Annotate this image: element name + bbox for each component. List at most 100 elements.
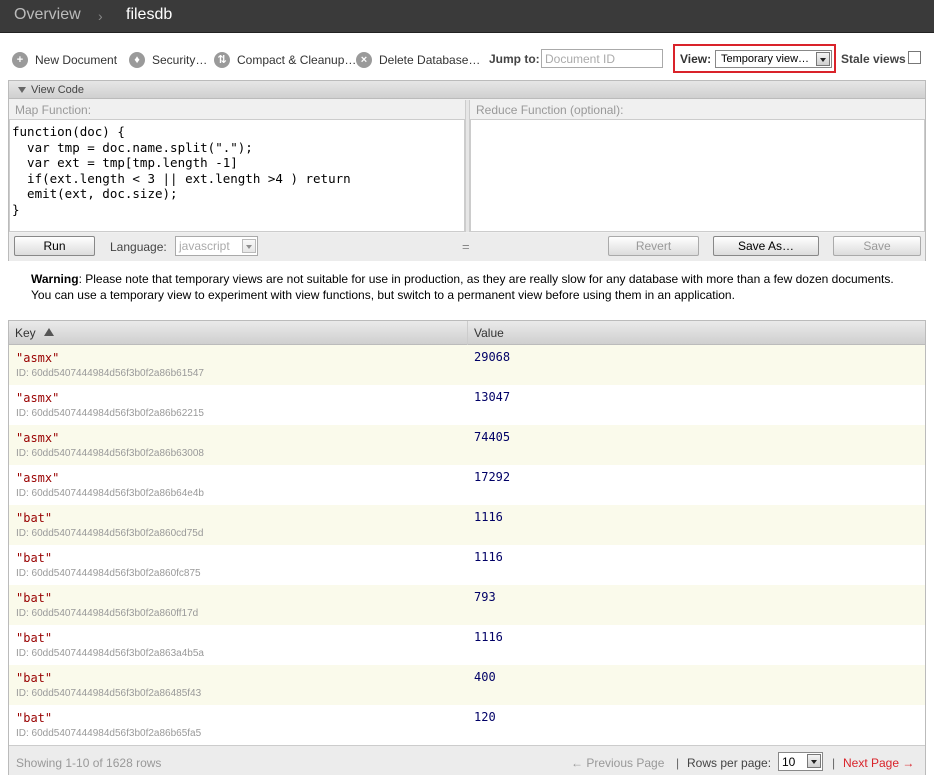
row-key: "asmx" (16, 351, 60, 365)
revert-button[interactable]: Revert (608, 236, 699, 256)
row-value: 13047 (474, 390, 511, 404)
row-key: "bat" (16, 551, 53, 565)
row-document-id[interactable]: ID: 60dd5407444984d56f3b0f2a860fc875 (16, 568, 201, 579)
table-row[interactable]: "bat" ID: 60dd5407444984d56f3b0f2a86485f4… (9, 665, 925, 705)
delete-database-button[interactable]: × Delete Database… (356, 52, 480, 68)
row-document-id[interactable]: ID: 60dd5407444984d56f3b0f2a86b61547 (16, 368, 204, 379)
row-value: 400 (474, 670, 496, 684)
value-column-header[interactable]: Value (474, 326, 504, 340)
shield-icon: ♦ (129, 52, 145, 68)
resize-handle-icon[interactable]: = (462, 239, 470, 254)
reduce-function-code (471, 120, 924, 128)
temporary-view-warning: Warning: Please note that temporary view… (31, 272, 911, 303)
table-row[interactable]: "bat" ID: 60dd5407444984d56f3b0f2a860ff17… (9, 585, 925, 625)
row-value: 120 (474, 710, 496, 724)
table-row[interactable]: "asmx" ID: 60dd5407444984d56f3b0f2a86b64e… (9, 465, 925, 505)
save-button[interactable]: Save (833, 236, 921, 256)
chevron-down-icon[interactable] (242, 239, 256, 253)
jump-to-label: Jump to: (489, 52, 540, 66)
security-label: Security… (152, 53, 208, 67)
results-rows: "asmx" ID: 60dd5407444984d56f3b0f2a86b615… (9, 345, 925, 745)
row-value: 1116 (474, 550, 503, 564)
view-select[interactable]: Temporary view… (715, 50, 832, 68)
view-select-value: Temporary view… (721, 53, 810, 65)
row-value: 1116 (474, 630, 503, 644)
delete-icon: × (356, 52, 372, 68)
row-document-id[interactable]: ID: 60dd5407444984d56f3b0f2a86b62215 (16, 408, 204, 419)
row-value: 793 (474, 590, 496, 604)
plus-icon: + (12, 52, 28, 68)
next-page-link[interactable]: Next Page → (843, 756, 914, 770)
top-bar: Overview › filesdb (0, 0, 934, 33)
table-row[interactable]: "bat" ID: 60dd5407444984d56f3b0f2a860fc87… (9, 545, 925, 585)
row-document-id[interactable]: ID: 60dd5407444984d56f3b0f2a86485f43 (16, 688, 201, 699)
row-key: "bat" (16, 631, 53, 645)
compact-cleanup-button[interactable]: ⇅ Compact & Cleanup… (214, 52, 356, 68)
breadcrumb-database[interactable]: filesdb (126, 6, 172, 24)
code-panel-actions: Run Language: javascript = Revert Save A… (9, 233, 925, 261)
chevron-down-icon[interactable] (816, 52, 830, 66)
table-row[interactable]: "bat" ID: 60dd5407444984d56f3b0f2a86b65fa… (9, 705, 925, 745)
pager-divider: | (832, 756, 836, 770)
language-value: javascript (179, 239, 230, 253)
key-column-header[interactable]: Key (15, 326, 36, 340)
rows-per-page-value: 10 (782, 755, 796, 769)
new-document-button[interactable]: + New Document (12, 52, 117, 68)
row-value: 17292 (474, 470, 511, 484)
delete-database-label: Delete Database… (379, 53, 481, 67)
run-button[interactable]: Run (14, 236, 95, 256)
language-label: Language: (110, 240, 167, 254)
table-row[interactable]: "bat" ID: 60dd5407444984d56f3b0f2a863a4b5… (9, 625, 925, 665)
row-count: Showing 1-10 of 1628 rows (16, 756, 162, 770)
row-value: 1116 (474, 510, 503, 524)
row-key: "bat" (16, 711, 53, 725)
map-function-label: Map Function: (15, 103, 92, 117)
row-value: 29068 (474, 350, 511, 364)
table-row[interactable]: "asmx" ID: 60dd5407444984d56f3b0f2a86b615… (9, 345, 925, 385)
chevron-down-icon[interactable] (807, 754, 821, 768)
table-row[interactable]: "asmx" ID: 60dd5407444984d56f3b0f2a86b630… (9, 425, 925, 465)
rows-per-page-select[interactable]: 10 (778, 752, 823, 771)
security-button[interactable]: ♦ Security… (129, 52, 207, 68)
map-function-code: function(doc) { var tmp = doc.name.split… (12, 124, 351, 217)
row-document-id[interactable]: ID: 60dd5407444984d56f3b0f2a86b65fa5 (16, 728, 201, 739)
sort-ascending-icon[interactable] (44, 328, 54, 336)
save-as-button[interactable]: Save As… (713, 236, 819, 256)
compact-icon: ⇅ (214, 52, 230, 68)
row-document-id[interactable]: ID: 60dd5407444984d56f3b0f2a860cd75d (16, 528, 203, 539)
view-code-panel: View Code Map Function: Reduce Function … (8, 80, 926, 261)
toolbar: + New Document ♦ Security… ⇅ Compact & C… (0, 33, 934, 80)
warning-text: : Please note that temporary views are n… (31, 272, 894, 302)
row-key: "bat" (16, 671, 53, 685)
map-function-editor[interactable]: function(doc) { var tmp = doc.name.split… (9, 119, 465, 232)
view-code-header[interactable]: View Code (9, 81, 925, 99)
row-value: 74405 (474, 430, 511, 444)
table-row[interactable]: "bat" ID: 60dd5407444984d56f3b0f2a860cd75… (9, 505, 925, 545)
warning-title: Warning (31, 272, 79, 286)
row-key: "asmx" (16, 471, 60, 485)
view-label: View: (680, 52, 712, 66)
results-table: Key Value "asmx" ID: 60dd5407444984d56f3b… (8, 320, 926, 775)
reduce-function-editor[interactable] (470, 119, 925, 232)
row-document-id[interactable]: ID: 60dd5407444984d56f3b0f2a86b64e4b (16, 488, 204, 499)
rows-per-page-label: Rows per page: (687, 756, 772, 770)
row-key: "bat" (16, 511, 53, 525)
row-document-id[interactable]: ID: 60dd5407444984d56f3b0f2a863a4b5a (16, 648, 204, 659)
new-document-label: New Document (35, 53, 118, 67)
view-code-title: View Code (31, 84, 84, 96)
row-key: "asmx" (16, 431, 60, 445)
compact-cleanup-label: Compact & Cleanup… (237, 53, 357, 67)
breadcrumb-separator-icon: › (98, 8, 103, 24)
row-document-id[interactable]: ID: 60dd5407444984d56f3b0f2a860ff17d (16, 608, 198, 619)
stale-views-checkbox[interactable] (908, 51, 921, 64)
results-footer: Showing 1-10 of 1628 rows ← Previous Pag… (9, 745, 925, 775)
collapse-triangle-icon[interactable] (18, 87, 26, 93)
row-document-id[interactable]: ID: 60dd5407444984d56f3b0f2a86b63008 (16, 448, 204, 459)
row-key: "asmx" (16, 391, 60, 405)
stale-views-label: Stale views (841, 52, 906, 66)
document-id-input[interactable] (541, 49, 663, 68)
breadcrumb-overview[interactable]: Overview (14, 6, 81, 24)
table-row[interactable]: "asmx" ID: 60dd5407444984d56f3b0f2a86b622… (9, 385, 925, 425)
previous-page-link[interactable]: ← Previous Page (571, 756, 664, 770)
language-select[interactable]: javascript (175, 236, 258, 256)
